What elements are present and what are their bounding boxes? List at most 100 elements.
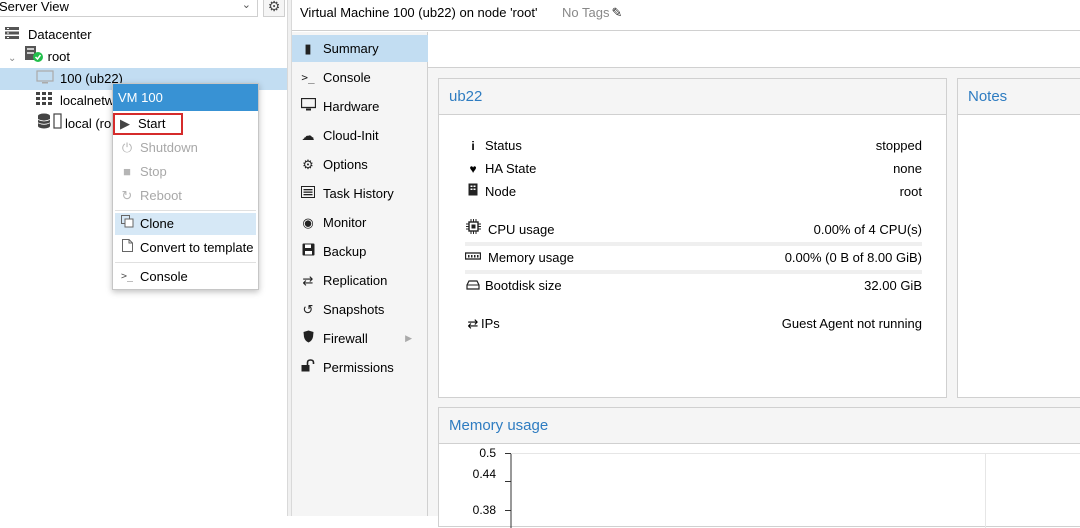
nav-cloud-init[interactable]: ☁ Cloud-Init [292,122,428,149]
nav-label: Hardware [323,99,380,114]
nav-permissions[interactable]: Permissions [292,354,428,381]
tree-item-label: local (ro [65,116,112,131]
pencil-icon[interactable]: ✎ [611,5,622,20]
terminal-icon: >_ [301,71,315,84]
tags-editor[interactable]: No Tags ✎ [562,5,622,21]
nav-backup[interactable]: Backup [292,238,428,265]
notes-panel-title: Notes [958,79,1080,115]
power-icon: ⏻ [121,140,133,155]
summary-panel-title: ub22 [439,79,946,115]
menu-separator [115,262,256,263]
menu-separator [115,210,256,211]
nav-replication[interactable]: ⇄ Replication [292,267,428,294]
memory-chart-panel: Memory usage 0.5 0.44 0.38 [438,407,1080,528]
nav-label: Replication [323,273,388,288]
history-icon: ↺ [302,302,314,317]
cpu-value: 0.00% of 4 CPU(s) [813,222,922,237]
ips-value: Guest Agent not running [781,316,922,331]
toolbar [428,32,1080,68]
terminal-icon: >_ [120,271,134,282]
vm-header: Virtual Machine 100 (ub22) on node 'root… [292,0,1080,31]
gear-icon[interactable]: ⚙ [263,0,285,17]
shield-icon [300,325,316,352]
ips-label: IPs [481,316,500,331]
tree-item-label: root [47,49,71,64]
menu-item-shutdown[interactable]: ⏻ Shutdown [115,137,256,159]
exchange-icon: ⇄ [467,316,479,331]
info-icon: i [471,139,475,153]
memory-progress-bar [465,270,922,274]
hdd-icon [465,275,481,297]
floppy-icon [300,238,316,265]
view-select-value: Server View [0,0,69,14]
refresh-icon: ↻ [121,188,133,203]
menu-item-stop[interactable]: ■ Stop [115,161,256,183]
vm-desktop-icon [36,69,54,91]
nav-monitor[interactable]: ◉ Monitor [292,209,428,236]
caret-right-icon: ▶ [405,333,412,343]
nav-label: Permissions [323,360,394,375]
nav-label: Console [323,70,371,85]
notes-panel: Notes [957,78,1080,398]
file-icon [120,237,134,259]
database-icon [37,113,63,136]
tree-item-datacenter[interactable]: Datacenter [0,24,287,46]
cloud-icon: ☁ [301,128,315,143]
nav-label: Firewall [323,331,368,346]
menu-item-start[interactable]: ▶ Start [113,113,183,135]
cpu-icon [465,219,481,241]
nav-task-history[interactable]: Task History [292,180,428,207]
chevron-down-icon[interactable]: ⌄ [8,48,20,70]
view-select[interactable]: Server View ⌄ [0,0,258,17]
nav-label: Task History [323,186,394,201]
server-stack-icon [4,25,20,47]
bootdisk-value: 32.00 GiB [864,278,922,293]
memory-value: 0.00% (0 B of 8.00 GiB) [784,250,922,265]
cpu-progress-bar [465,242,922,246]
nav-firewall[interactable]: Firewall ▶ [292,325,428,352]
nav-summary[interactable]: ▮ Summary [292,35,428,62]
vm-nav: ▮ Summary >_ Console Hardware ☁ Cloud-Init … [292,32,428,516]
node-label: Node [485,184,517,199]
retweet-icon: ⇄ [302,273,314,288]
tree-item-node-root[interactable]: ⌄ root [0,46,287,68]
menu-item-label: Convert to template [140,240,254,255]
grid-icon [36,91,53,113]
nav-label: Options [323,157,368,172]
play-icon: ▶ [120,116,130,131]
book-icon: ▮ [304,41,312,56]
building-icon [465,181,481,203]
nav-label: Snapshots [323,302,385,317]
stop-icon: ■ [123,164,131,179]
menu-item-clone[interactable]: Clone [115,213,256,235]
eye-icon: ◉ [302,215,314,230]
nav-options[interactable]: ⚙ Options [292,151,428,178]
menu-item-label: Start [138,116,166,131]
summary-panel: ub22 i Status stopped ♥ HA State none No… [438,78,947,398]
bootdisk-row: Bootdisk size 32.00 GiB [465,275,922,297]
heartbeat-icon: ♥ [469,162,477,176]
list-icon [300,180,316,207]
ha-value: none [893,161,922,176]
menu-item-console[interactable]: >_ Console [115,266,256,288]
menu-item-convert-to-template[interactable]: Convert to template [115,237,256,259]
chevron-down-icon: ⌄ [241,0,251,11]
nav-label: Monitor [323,215,367,230]
cpu-row: CPU usage 0.00% of 4 CPU(s) [465,219,922,241]
nav-label: Summary [323,41,379,56]
menu-item-label: Clone [140,216,174,231]
desktop-icon [300,93,316,120]
ha-row: ♥ HA State none [465,158,922,180]
menu-item-label: Shutdown [140,140,198,155]
nav-snapshots[interactable]: ↺ Snapshots [292,296,428,323]
nav-hardware[interactable]: Hardware [292,93,428,120]
bootdisk-label: Bootdisk size [485,278,562,293]
gear-icon: ⚙ [302,157,314,172]
menu-item-label: Stop [140,164,167,179]
memory-chart-title: Memory usage [439,408,1080,444]
cpu-label: CPU usage [488,222,555,237]
clone-icon [120,213,134,235]
nav-console[interactable]: >_ Console [292,64,428,91]
context-menu-header: VM 100 [113,84,258,111]
menu-item-reboot[interactable]: ↻ Reboot [115,185,256,207]
